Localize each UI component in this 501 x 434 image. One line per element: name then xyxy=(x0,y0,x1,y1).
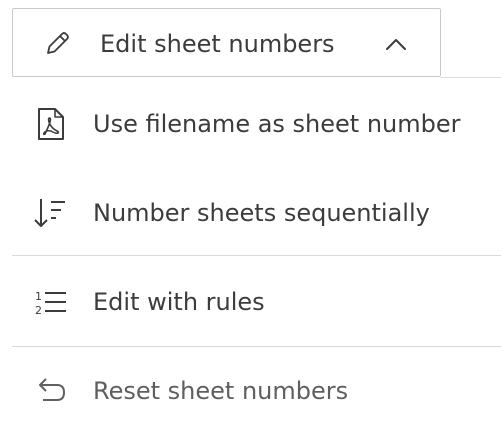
menu-top-edge xyxy=(441,77,501,78)
edit-sheet-numbers-dropdown: Edit sheet numbers Use filename as sheet… xyxy=(0,0,501,434)
menu-item-reset-sheet-numbers[interactable]: Reset sheet numbers xyxy=(0,361,501,421)
menu-divider xyxy=(12,346,501,347)
menu-divider xyxy=(12,255,501,256)
edit-sheet-numbers-button[interactable]: Edit sheet numbers xyxy=(12,8,441,77)
menu-item-label: Edit with rules xyxy=(93,288,265,316)
menu-item-label: Use filename as sheet number xyxy=(93,110,461,138)
menu-item-use-filename[interactable]: Use filename as sheet number xyxy=(0,94,501,154)
menu-item-label: Number sheets sequentially xyxy=(93,199,430,227)
menu-item-label: Reset sheet numbers xyxy=(93,377,349,405)
undo-arrow-icon xyxy=(39,378,65,401)
edit-sheet-numbers-label: Edit sheet numbers xyxy=(100,30,335,58)
pdf-file-icon xyxy=(38,108,64,140)
sort-descending-icon xyxy=(34,199,65,227)
pencil-icon xyxy=(47,32,69,54)
numbered-list-icon: 1 2 xyxy=(35,290,66,317)
svg-text:1: 1 xyxy=(35,290,42,303)
chevron-up-icon[interactable] xyxy=(384,34,408,54)
menu-item-edit-with-rules[interactable]: 1 2 Edit with rules xyxy=(0,272,501,332)
svg-text:2: 2 xyxy=(35,304,42,317)
sheet-numbers-menu: Use filename as sheet number Number shee… xyxy=(0,79,501,434)
menu-item-number-sequentially[interactable]: Number sheets sequentially xyxy=(0,183,501,243)
